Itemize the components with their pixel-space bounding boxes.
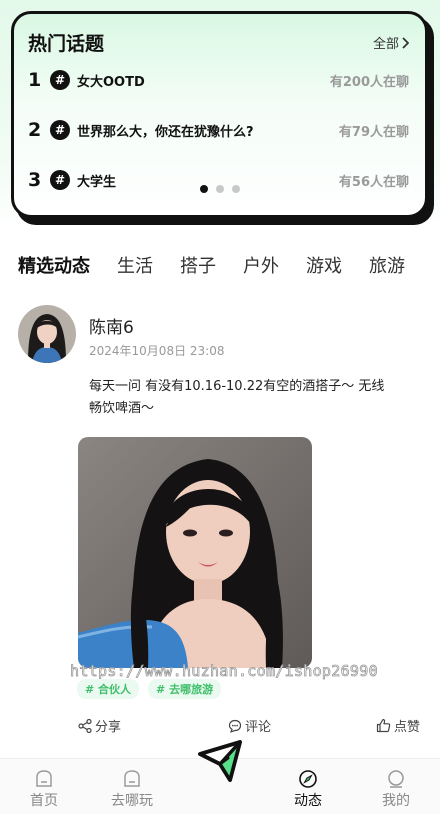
topic-count: 有200人在聊	[329, 74, 409, 90]
post-tags: # 合伙人 # 去哪旅游	[77, 679, 222, 699]
post-image[interactable]	[78, 437, 312, 668]
home-icon	[36, 770, 52, 787]
topic-count: 有79人在聊	[338, 124, 409, 140]
share-button[interactable]: 分享	[78, 716, 121, 735]
carousel-dot[interactable]	[216, 185, 224, 193]
nav-label: 去哪玩	[111, 793, 153, 809]
view-all-label: 全部	[372, 37, 399, 52]
share-label: 分享	[95, 720, 122, 735]
thumbs-up-icon	[376, 718, 391, 733]
hashtag-icon: #	[50, 170, 70, 190]
carousel-dot[interactable]	[200, 185, 208, 193]
share-icon	[78, 718, 92, 733]
chevron-right-icon	[402, 36, 409, 49]
nav-label: 我的	[382, 793, 410, 809]
send-icon	[198, 740, 242, 782]
comment-button[interactable]: 评论	[228, 716, 271, 735]
tag-chip[interactable]: # 合伙人	[77, 679, 140, 699]
topic-name: 女大OOTD	[77, 74, 145, 90]
nav-feed[interactable]: 动态	[278, 769, 338, 810]
tab-travel[interactable]: 旅游	[369, 252, 405, 282]
topic-rank: 2	[28, 119, 42, 141]
compass-icon	[299, 770, 317, 788]
topic-item[interactable]: 2 # 世界那么大，你还在犹豫什么? 有79人在聊	[28, 117, 409, 143]
nav-home[interactable]: 首页	[14, 769, 74, 810]
topic-count: 有56人在聊	[338, 174, 409, 190]
tab-outdoor[interactable]: 户外	[243, 252, 279, 282]
tab-games[interactable]: 游戏	[306, 252, 342, 282]
topic-item[interactable]: 1 # 女大OOTD 有200人在聊	[28, 67, 409, 93]
post-author[interactable]: 陈南6	[89, 313, 134, 338]
like-label: 点赞	[394, 720, 421, 735]
topic-rank: 1	[28, 69, 42, 91]
like-button[interactable]: 点赞	[376, 716, 420, 735]
explore-icon	[124, 770, 140, 787]
watermark-text: https://www.huzhan.com/ishop26990	[70, 662, 378, 681]
profile-icon	[388, 770, 404, 788]
topic-name: 世界那么大，你还在犹豫什么?	[77, 124, 254, 140]
tag-chip[interactable]: # 去哪旅游	[148, 679, 222, 699]
category-tabs: 精选动态 生活 搭子 户外 游戏 旅游	[18, 252, 432, 282]
carousel-indicator	[200, 185, 240, 193]
nav-explore[interactable]: 去哪玩	[102, 769, 162, 810]
nav-profile[interactable]: 我的	[366, 769, 426, 810]
avatar[interactable]	[18, 305, 76, 363]
publish-button[interactable]	[196, 736, 246, 786]
post-content: 每天一问 有没有10.16-10.22有空的酒搭子～ 无线畅饮啤酒～	[89, 379, 385, 416]
hot-topics-title: 热门话题	[28, 33, 105, 55]
post-time: 2024年10月08日 23:08	[89, 344, 225, 358]
nav-label: 动态	[294, 793, 322, 809]
comment-icon	[228, 719, 242, 733]
comment-label: 评论	[245, 720, 272, 735]
view-all-link[interactable]: 全部	[373, 33, 409, 52]
tab-buddy[interactable]: 搭子	[180, 252, 216, 282]
hashtag-icon: #	[50, 70, 70, 90]
tab-life[interactable]: 生活	[117, 252, 153, 282]
tab-label: 精选动态	[18, 256, 90, 277]
carousel-dot[interactable]	[232, 185, 240, 193]
hashtag-icon: #	[50, 120, 70, 140]
hot-topics-card: 热门话题 全部 1 # 女大OOTD 有200人在聊 2 # 世界那么大，你还在…	[11, 11, 428, 218]
topic-rank: 3	[28, 169, 42, 191]
nav-label: 首页	[30, 793, 58, 809]
app-screen: 热门话题 全部 1 # 女大OOTD 有200人在聊 2 # 世界那么大，你还在…	[0, 0, 440, 814]
tab-featured[interactable]: 精选动态	[18, 252, 93, 282]
